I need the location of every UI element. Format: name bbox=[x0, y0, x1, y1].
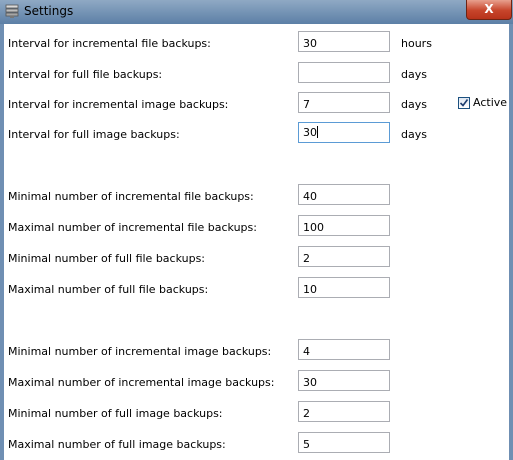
count-label: Maximal number of full file backups: bbox=[8, 283, 209, 296]
interval-incremental-image-input[interactable] bbox=[298, 92, 390, 113]
interval-label: Interval for full file backups: bbox=[8, 68, 163, 81]
checkmark-icon bbox=[459, 99, 469, 107]
settings-panel: Interval for incremental file backups: h… bbox=[4, 24, 509, 460]
max-incremental-image-input[interactable] bbox=[298, 370, 390, 391]
max-incremental-file-input[interactable] bbox=[298, 215, 390, 236]
window-frame-right bbox=[509, 24, 513, 460]
unit-label: days bbox=[401, 98, 427, 111]
unit-label: hours bbox=[401, 37, 432, 50]
interval-full-file-input[interactable] bbox=[298, 62, 390, 83]
active-checkbox-label[interactable]: Active bbox=[473, 96, 507, 109]
min-full-image-input[interactable] bbox=[298, 401, 390, 422]
min-incremental-image-input[interactable] bbox=[298, 339, 390, 360]
min-full-file-input[interactable] bbox=[298, 246, 390, 267]
text-caret bbox=[317, 126, 318, 138]
interval-label: Interval for incremental file backups: bbox=[8, 37, 211, 50]
count-label: Minimal number of full image backups: bbox=[8, 407, 223, 420]
count-label: Maximal number of incremental image back… bbox=[8, 376, 275, 389]
max-full-image-input[interactable] bbox=[298, 432, 390, 453]
unit-label: days bbox=[401, 128, 427, 141]
count-label: Minimal number of incremental image back… bbox=[8, 345, 272, 358]
active-checkbox[interactable] bbox=[458, 97, 470, 109]
count-label: Maximal number of full image backups: bbox=[8, 438, 226, 451]
interval-full-image-input[interactable]: 30 bbox=[298, 122, 390, 143]
count-label: Maximal number of incremental file backu… bbox=[8, 221, 257, 234]
close-button[interactable]: X bbox=[466, 0, 512, 20]
window-title: Settings bbox=[24, 4, 74, 18]
interval-label: Interval for incremental image backups: bbox=[8, 98, 229, 111]
count-label: Minimal number of incremental file backu… bbox=[8, 190, 254, 203]
interval-incremental-file-input[interactable] bbox=[298, 31, 390, 52]
count-label: Minimal number of full file backups: bbox=[8, 252, 206, 265]
min-incremental-file-input[interactable] bbox=[298, 184, 390, 205]
max-full-file-input[interactable] bbox=[298, 277, 390, 298]
interval-label: Interval for full image backups: bbox=[8, 128, 180, 141]
title-bar[interactable]: Settings X bbox=[0, 0, 513, 25]
app-icon[interactable] bbox=[5, 4, 19, 19]
unit-label: days bbox=[401, 68, 427, 81]
